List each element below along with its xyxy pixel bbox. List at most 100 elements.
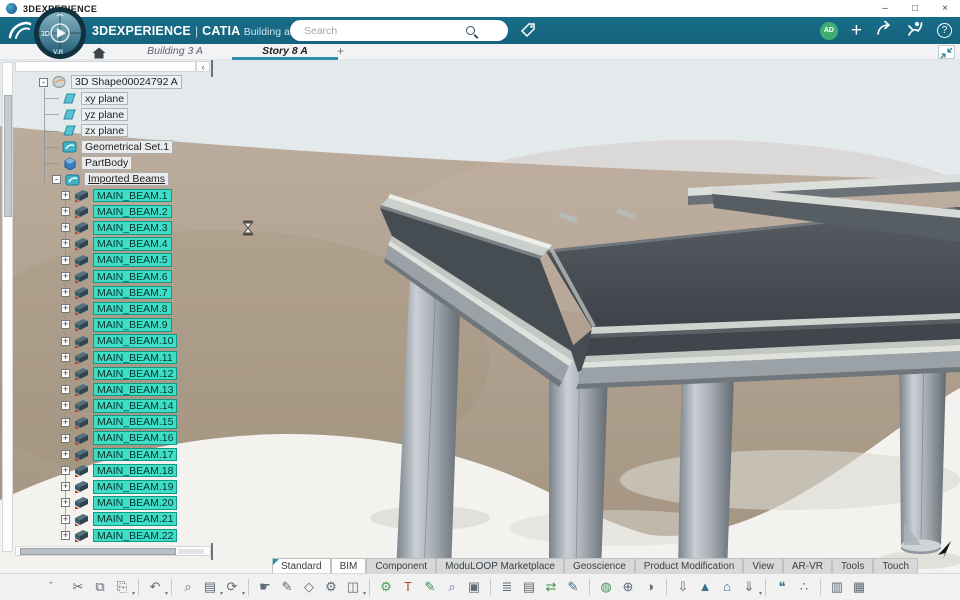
expander-icon[interactable]: + [61, 239, 70, 249]
home-icon[interactable] [92, 46, 106, 64]
expander-icon[interactable]: + [61, 255, 70, 265]
tree-item-label[interactable]: yz plane [81, 107, 129, 122]
tree-panel-resize-handle[interactable] [211, 60, 213, 77]
tree-item-beam[interactable]: + MAIN_BEAM.13 [0, 382, 240, 398]
sketch-cube-icon[interactable]: ✎ [563, 576, 583, 598]
tree-item-beam[interactable]: + MAIN_BEAM.20 [0, 495, 240, 511]
expander-icon[interactable]: - [52, 174, 61, 184]
tag-icon[interactable]: ◇ [299, 576, 319, 598]
workbench-tab[interactable]: Tools [832, 558, 874, 574]
tree-item-beam[interactable]: + MAIN_BEAM.15 [0, 414, 240, 430]
3d-compass[interactable]: 3D V.R [33, 6, 87, 60]
expander-icon[interactable]: + [61, 482, 70, 492]
material-gears-icon[interactable]: ⚙ [376, 576, 396, 598]
user-avatar[interactable]: AD [819, 21, 838, 40]
tag-settings-icon[interactable]: ⚙ [321, 576, 341, 598]
tree-item-geometrical-set[interactable]: Geometrical Set.1 [0, 139, 240, 155]
search-shape-icon[interactable]: ⌕ [442, 576, 462, 598]
annotation-text-icon[interactable]: T [398, 576, 418, 598]
workbench-tab[interactable]: Standard [272, 558, 331, 574]
tree-item-zx-plane[interactable]: zx plane [0, 123, 240, 139]
document-tab[interactable]: Building 3 A [120, 44, 230, 60]
tree-vertical-scrollbar-thumb[interactable] [3, 95, 12, 217]
tree-item-label[interactable]: PartBody [81, 156, 133, 170]
tree-item-label[interactable]: MAIN_BEAM.10 [93, 334, 178, 348]
help-icon[interactable]: ? [937, 23, 952, 38]
tree-item-beam[interactable]: + MAIN_BEAM.14 [0, 398, 240, 414]
expander-icon[interactable]: + [61, 288, 70, 298]
expander-icon[interactable]: + [61, 190, 70, 200]
tree-item-label[interactable]: Imported Beams [84, 172, 170, 186]
tree-item-beam[interactable]: + MAIN_BEAM.22 [0, 527, 240, 543]
import-osm-icon[interactable]: ⇩ [673, 576, 693, 598]
tree-item-label[interactable]: MAIN_BEAM.21 [93, 512, 178, 526]
tree-item-beam[interactable]: + MAIN_BEAM.16 [0, 430, 240, 446]
tree-item-beam[interactable]: + MAIN_BEAM.4 [0, 236, 240, 252]
new-tab-button[interactable]: + [337, 44, 344, 59]
expander-icon[interactable]: - [39, 77, 48, 87]
tree-item-beam[interactable]: + MAIN_BEAM.1 [0, 187, 240, 203]
tree-item-label[interactable]: MAIN_BEAM.7 [93, 285, 172, 300]
iso-view-icon[interactable]: ▣ [464, 576, 484, 598]
undo-icon[interactable]: ↶ [145, 576, 168, 598]
tree-item-beam[interactable]: + MAIN_BEAM.5 [0, 252, 240, 268]
tree-item-label[interactable]: MAIN_BEAM.5 [93, 253, 172, 267]
globe-textured-icon[interactable]: ◍ [596, 576, 616, 598]
tree-item-beam[interactable]: + MAIN_BEAM.11 [0, 349, 240, 365]
tree-item-label[interactable]: MAIN_BEAM.9 [93, 318, 172, 332]
toolbar-expand-button[interactable]: ˇ [44, 581, 58, 593]
add-content-button[interactable]: + [851, 20, 862, 41]
workbench-tab[interactable]: Product Modification [634, 558, 744, 574]
tree-panel-resize-handle[interactable] [211, 543, 213, 560]
expander-icon[interactable]: + [61, 385, 70, 395]
workbench-tab[interactable]: View [743, 558, 783, 574]
tree-item-label[interactable]: MAIN_BEAM.18 [93, 463, 178, 478]
export-down-icon[interactable]: ⇓ [739, 576, 762, 598]
share-icon[interactable] [875, 20, 893, 41]
cut-icon[interactable]: ✂ [68, 576, 88, 598]
expander-icon[interactable]: + [61, 304, 70, 314]
tree-item-label[interactable]: MAIN_BEAM.22 [93, 528, 178, 543]
globe-dark-icon[interactable]: ◑ [640, 576, 660, 598]
tree-item-label[interactable]: MAIN_BEAM.13 [93, 382, 178, 397]
tree-item-label[interactable]: MAIN_BEAM.1 [93, 188, 172, 203]
terrain-import-icon[interactable]: ▲ [695, 576, 715, 598]
tree-item-label[interactable]: MAIN_BEAM.17 [93, 447, 178, 462]
expander-icon[interactable]: + [61, 417, 70, 427]
tree-item-beam[interactable]: + MAIN_BEAM.12 [0, 365, 240, 381]
tree-item-beam[interactable]: + MAIN_BEAM.9 [0, 317, 240, 333]
tree-item-beam[interactable]: + MAIN_BEAM.3 [0, 220, 240, 236]
3ds-logo-icon[interactable] [7, 19, 33, 47]
workbench-tab[interactable]: Geoscience [563, 558, 635, 574]
tree-item-xy-plane[interactable]: xy plane [0, 90, 240, 106]
globe-wireframe-icon[interactable]: ⊕ [618, 576, 638, 598]
expander-icon[interactable]: + [61, 207, 70, 217]
report-clipboard-icon[interactable]: ▤ [519, 576, 539, 598]
insert-existing-icon[interactable]: ◫ [343, 576, 366, 598]
expander-icon[interactable]: + [61, 514, 70, 524]
tree-item-label[interactable]: MAIN_BEAM.4 [93, 237, 172, 251]
tree-item-label[interactable]: zx plane [81, 123, 129, 138]
expander-icon[interactable]: + [61, 320, 70, 330]
workbench-tab[interactable]: BIM [330, 558, 367, 574]
expander-icon[interactable]: + [61, 466, 70, 476]
tree-item-beam[interactable]: + MAIN_BEAM.19 [0, 479, 240, 495]
search-input[interactable] [290, 24, 460, 37]
paste-icon[interactable]: ⎘ [112, 576, 135, 598]
workbench-tab[interactable]: AR-VR [782, 558, 832, 574]
minimize-button[interactable]: – [870, 1, 900, 17]
point-cloud-icon[interactable]: ∴ [794, 576, 814, 598]
tree-item-label[interactable]: MAIN_BEAM.6 [93, 269, 172, 284]
chat-icon[interactable]: ❝ [772, 576, 792, 598]
quantity-table-icon[interactable]: ▦ [849, 576, 869, 598]
tree-item-label[interactable]: MAIN_BEAM.19 [93, 480, 178, 494]
3ds-assistant-icon[interactable] [906, 20, 924, 42]
tree-item-label[interactable]: MAIN_BEAM.20 [93, 496, 178, 510]
workbench-tab[interactable]: Component [366, 558, 437, 574]
expander-icon[interactable]: + [61, 401, 70, 411]
expander-icon[interactable]: + [61, 368, 70, 378]
tree-item-label[interactable]: MAIN_BEAM.11 [93, 350, 177, 365]
expander-icon[interactable]: + [61, 223, 70, 233]
workbench-tab[interactable]: Touch [873, 558, 919, 574]
power-search-icon[interactable]: ⌕ [178, 576, 198, 598]
